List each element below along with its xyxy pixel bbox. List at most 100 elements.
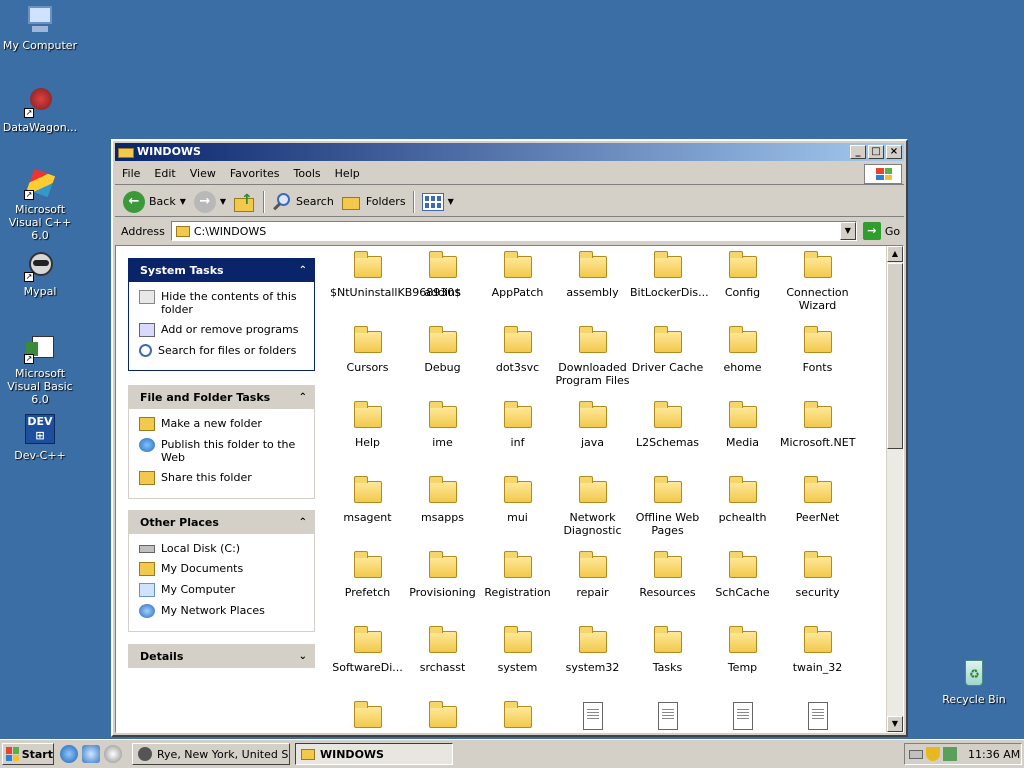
minimize-button[interactable]: _ — [850, 145, 866, 159]
task-make-folder[interactable]: Make a new folder — [139, 417, 308, 431]
folder-item[interactable]: SoftwareDi... — [330, 625, 405, 674]
views-button[interactable]: ▼ — [418, 189, 458, 215]
folder-item[interactable]: Resources — [630, 550, 705, 599]
desktop-icon-my-computer[interactable]: My Computer — [0, 4, 80, 52]
address-dropdown-button[interactable]: ▼ — [839, 222, 856, 240]
clock[interactable]: 11:36 AM — [968, 748, 1020, 761]
folder-item[interactable]: repair — [555, 550, 630, 599]
folder-item[interactable]: ehome — [705, 325, 780, 374]
scroll-up-button[interactable]: ▲ — [887, 246, 903, 262]
folder-item[interactable]: pchealth — [705, 475, 780, 524]
menu-help[interactable]: Help — [328, 167, 367, 180]
chevron-down-icon[interactable]: ▼ — [220, 197, 226, 206]
up-folder-button[interactable]: ↑ — [230, 189, 260, 215]
internet-explorer-icon[interactable] — [60, 745, 78, 763]
folder-item[interactable]: Temp — [705, 625, 780, 674]
menu-tools[interactable]: Tools — [287, 167, 328, 180]
collapse-icon[interactable]: ⌃ — [299, 517, 307, 528]
folder-item[interactable]: Media — [705, 400, 780, 449]
task-add-remove-programs[interactable]: Add or remove programs — [139, 323, 308, 337]
folder-item[interactable]: Cursors — [330, 325, 405, 374]
folder-item[interactable]: ime — [405, 400, 480, 449]
collapse-icon[interactable]: ⌃ — [299, 392, 307, 403]
folder-item[interactable]: srchasst — [405, 625, 480, 674]
folder-item[interactable]: msapps — [405, 475, 480, 524]
folder-item[interactable]: security — [780, 550, 855, 599]
folder-item[interactable]: Config — [705, 250, 780, 299]
details-header[interactable]: Details ⌄ — [128, 644, 315, 668]
folder-item[interactable] — [480, 700, 555, 732]
folder-item[interactable]: SchCache — [705, 550, 780, 599]
expand-icon[interactable]: ⌄ — [299, 651, 307, 662]
folder-item[interactable]: Connection Wizard — [780, 250, 855, 312]
folder-item[interactable]: java — [555, 400, 630, 449]
task-hide-contents[interactable]: Hide the contents of this folder — [139, 290, 308, 316]
menu-view[interactable]: View — [183, 167, 223, 180]
collapse-icon[interactable]: ⌃ — [299, 265, 307, 276]
folder-item[interactable]: mui — [480, 475, 555, 524]
task-share-folder[interactable]: Share this folder — [139, 471, 308, 485]
menu-file[interactable]: File — [115, 167, 147, 180]
task-button-windows[interactable]: WINDOWS — [295, 743, 453, 765]
go-button[interactable]: → Go — [862, 222, 900, 240]
folder-item[interactable] — [330, 700, 405, 732]
folder-item[interactable]: Driver Cache — [630, 325, 705, 374]
chevron-down-icon[interactable]: ▼ — [180, 197, 186, 206]
title-bar[interactable]: WINDOWS _ □ × — [115, 143, 904, 161]
media-player-icon[interactable] — [104, 745, 122, 763]
folder-item[interactable]: Help — [330, 400, 405, 449]
task-search-files[interactable]: Search for files or folders — [139, 344, 308, 357]
forward-button[interactable]: → ▼ — [190, 189, 230, 215]
system-tasks-header[interactable]: System Tasks ⌃ — [128, 258, 315, 282]
folder-item[interactable]: Microsoft.NET — [780, 400, 855, 449]
desktop-icon-datawagon[interactable]: ↗ DataWagon... — [0, 86, 80, 134]
vertical-scrollbar[interactable]: ▲ ▼ — [886, 246, 903, 732]
place-my-computer[interactable]: My Computer — [139, 583, 308, 597]
desktop-icon-visual-basic[interactable]: ↗ Microsoft Visual Basic 6.0 — [0, 332, 80, 406]
folder-item[interactable]: AppPatch — [480, 250, 555, 299]
folder-item[interactable]: inf — [480, 400, 555, 449]
scroll-thumb[interactable] — [887, 263, 903, 449]
folder-item[interactable]: BitLockerDis... — [630, 250, 709, 299]
scroll-down-button[interactable]: ▼ — [887, 716, 903, 732]
folder-item[interactable]: twain_32 — [780, 625, 855, 674]
folder-item[interactable] — [405, 700, 480, 732]
folder-item[interactable]: Network Diagnostic — [555, 475, 630, 537]
place-my-documents[interactable]: My Documents — [139, 562, 308, 576]
start-button[interactable]: Start — [2, 743, 54, 765]
desktop-icon-recycle-bin[interactable]: ♻ Recycle Bin — [934, 658, 1014, 706]
desktop-icon-devcpp[interactable]: DEV ⊞ Dev-C++ — [0, 414, 80, 462]
folder-item[interactable]: Registration — [480, 550, 555, 599]
other-places-header[interactable]: Other Places ⌃ — [128, 510, 315, 534]
file-folder-tasks-header[interactable]: File and Folder Tasks ⌃ — [128, 385, 315, 409]
folder-item[interactable]: Fonts — [780, 325, 855, 374]
folder-item[interactable]: Provisioning — [405, 550, 480, 599]
folder-item[interactable]: Downloaded Program Files — [555, 325, 630, 387]
close-button[interactable]: × — [886, 145, 902, 159]
outlook-express-icon[interactable] — [82, 745, 100, 763]
keyboard-icon[interactable] — [909, 749, 923, 759]
folder-item[interactable]: addins — [405, 250, 480, 299]
folder-item[interactable]: PeerNet — [780, 475, 855, 524]
chevron-down-icon[interactable]: ▼ — [448, 197, 454, 206]
file-item[interactable] — [780, 700, 855, 732]
maximize-button[interactable]: □ — [868, 145, 884, 159]
back-button[interactable]: ← Back ▼ — [119, 189, 190, 215]
folder-item[interactable]: system32 — [555, 625, 630, 674]
folder-item[interactable]: system — [480, 625, 555, 674]
desktop-icon-mypal[interactable]: ↗ Mypal — [0, 250, 80, 298]
menu-favorites[interactable]: Favorites — [223, 167, 287, 180]
task-publish-web[interactable]: Publish this folder to the Web — [139, 438, 308, 464]
folder-item[interactable]: dot3svc — [480, 325, 555, 374]
address-input[interactable]: C:\WINDOWS ▼ — [170, 221, 857, 241]
security-shield-icon[interactable] — [926, 747, 940, 761]
place-local-disk[interactable]: Local Disk (C:) — [139, 542, 308, 555]
file-item[interactable] — [705, 700, 780, 732]
search-button[interactable]: Search — [268, 189, 338, 215]
folder-item[interactable]: Prefetch — [330, 550, 405, 599]
folder-item[interactable]: $NtUninstallKB968930$ — [330, 250, 461, 299]
folders-button[interactable]: Folders — [338, 189, 410, 215]
place-network[interactable]: My Network Places — [139, 604, 308, 618]
file-item[interactable] — [555, 700, 630, 732]
folder-item[interactable]: assembly — [555, 250, 630, 299]
